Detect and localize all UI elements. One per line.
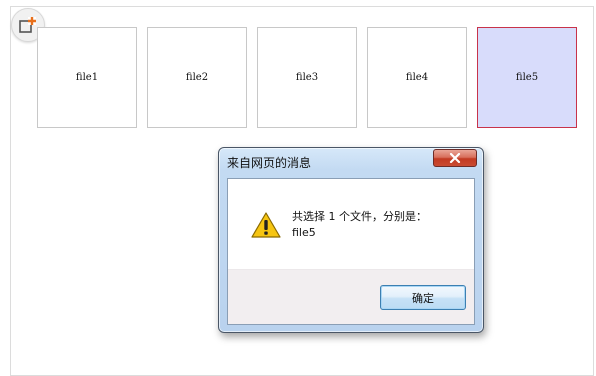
file-card-selected[interactable]: file5: [477, 27, 577, 128]
file-label: file4: [405, 72, 429, 83]
file-card[interactable]: file3: [257, 27, 357, 128]
dialog-title: 来自网页的消息: [227, 156, 312, 170]
message-line-2: file5: [292, 226, 316, 239]
file-label: file1: [75, 72, 99, 83]
warning-icon: [251, 212, 281, 238]
file-label: file5: [515, 72, 539, 83]
message-line-1: 共选择 1 个文件，分别是：: [292, 210, 427, 223]
dialog-message: 共选择 1 个文件，分别是： file5: [292, 209, 472, 241]
alert-dialog: 来自网页的消息 共选择 1 个文件，分别是： file5 确定: [218, 147, 484, 333]
dialog-button-bar: 确定: [228, 269, 474, 324]
file-card[interactable]: file4: [367, 27, 467, 128]
file-card[interactable]: file1: [37, 27, 137, 128]
dialog-body: 共选择 1 个文件，分别是： file5 确定: [227, 178, 475, 325]
file-card[interactable]: file2: [147, 27, 247, 128]
close-icon: [449, 153, 461, 163]
ok-button[interactable]: 确定: [380, 285, 466, 310]
close-button[interactable]: [433, 149, 477, 167]
add-square-icon: [19, 17, 36, 33]
file-label: file3: [295, 72, 319, 83]
file-label: file2: [185, 72, 209, 83]
